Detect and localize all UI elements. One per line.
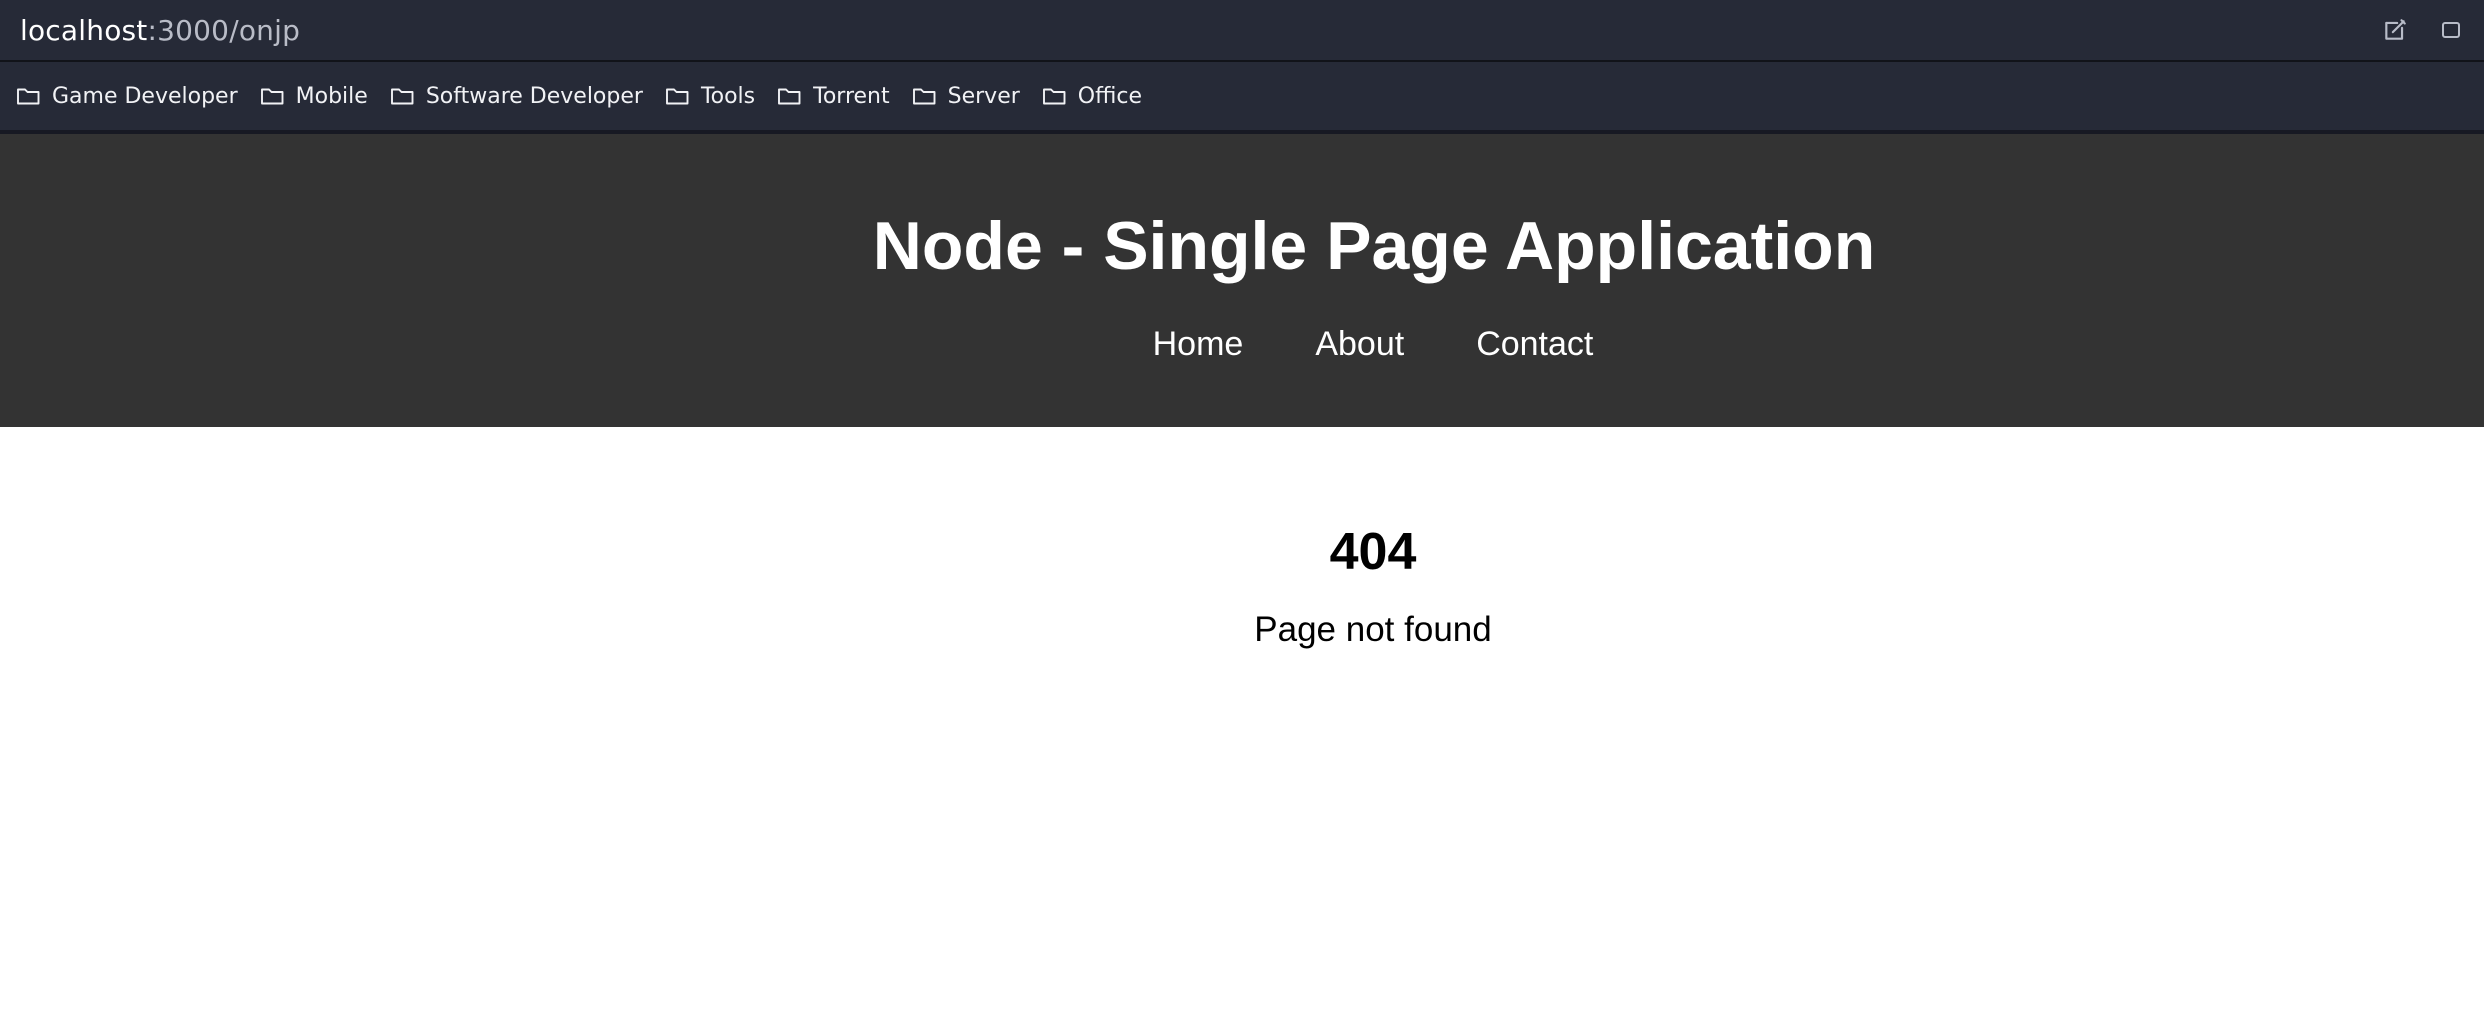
overflow-icon[interactable] xyxy=(2436,15,2466,45)
bookmark-folder-tools[interactable]: Tools xyxy=(665,84,755,109)
nav-link-contact[interactable]: Contact xyxy=(1476,322,1593,366)
site-title: Node - Single Page Application xyxy=(872,208,1876,284)
url-path: :3000/onjp xyxy=(147,13,301,47)
error-message: Page not found xyxy=(1254,610,1492,649)
bookmark-folder-torrent[interactable]: Torrent xyxy=(777,83,890,109)
site-navigation: Home About Contact xyxy=(131,322,2484,366)
folder-icon xyxy=(390,85,415,107)
main-content: 404 Page not found xyxy=(0,427,2484,1026)
bookmark-label: Software Developer xyxy=(425,83,643,109)
folder-icon xyxy=(912,85,937,107)
bookmark-label: Game Developer xyxy=(52,83,238,109)
address-bar-actions xyxy=(2380,0,2466,60)
url-host: localhost xyxy=(20,13,148,47)
bookmark-folder-game-developer[interactable]: Game Developer xyxy=(16,84,238,109)
bookmark-label: Tools xyxy=(700,83,756,109)
bookmark-label: Server xyxy=(947,83,1020,109)
folder-icon xyxy=(665,85,690,107)
bookmark-label: Office xyxy=(1077,83,1142,109)
url-text[interactable]: localhost:3000/onjp xyxy=(20,14,300,47)
bookmark-folder-mobile[interactable]: Mobile xyxy=(260,84,368,109)
bookmark-label: Mobile xyxy=(295,83,368,109)
bookmark-folder-server[interactable]: Server xyxy=(912,84,1020,109)
bookmark-folder-office[interactable]: Office xyxy=(1042,84,1142,109)
folder-icon xyxy=(260,85,285,107)
site-header: Node - Single Page Application Home Abou… xyxy=(0,134,2484,427)
bookmark-folder-software-developer[interactable]: Software Developer xyxy=(390,84,643,109)
folder-icon xyxy=(777,85,802,107)
folder-icon xyxy=(16,85,41,107)
error-code: 404 xyxy=(1329,523,1417,581)
edit-icon[interactable] xyxy=(2380,15,2410,45)
folder-icon xyxy=(1042,85,1067,107)
address-bar[interactable]: localhost:3000/onjp xyxy=(0,0,2484,62)
nav-link-home[interactable]: Home xyxy=(1153,322,1244,366)
browser-chrome: localhost:3000/onjp Game Developer Mobil… xyxy=(0,0,2484,134)
bookmark-label: Torrent xyxy=(813,83,890,109)
nav-link-about[interactable]: About xyxy=(1315,322,1404,366)
bookmarks-bar: Game Developer Mobile Software Developer xyxy=(0,62,2484,134)
